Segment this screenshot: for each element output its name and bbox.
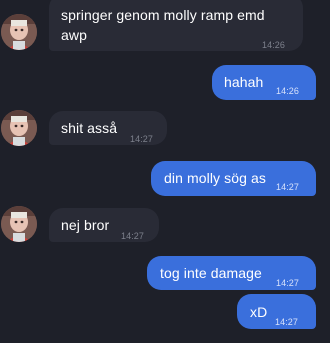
message-time: 14:27 [275,317,299,327]
message-time: 14:26 [276,86,300,96]
avatar-photo-icon [1,14,37,50]
avatar[interactable] [1,206,37,242]
message-bubble-incoming[interactable]: nej bror 14:27 [49,208,159,242]
message-text: hahah [224,74,264,90]
message-text: springer genom molly ramp emd [61,7,265,23]
avatar-photo-icon [1,206,37,242]
message-bubble-outgoing[interactable]: din molly sög as 14:27 [151,161,316,196]
message-time: 14:27 [130,134,154,144]
message-text: tog inte damage [160,265,262,281]
message-text: awp [61,27,87,43]
message-bubble-outgoing[interactable]: xD 14:27 [237,294,316,329]
message-text: xD [250,304,268,320]
avatar-photo-icon [1,110,37,146]
message-bubble-outgoing[interactable]: hahah 14:26 [212,65,316,100]
message-time: 14:27 [276,278,300,288]
message-time: 14:27 [121,231,145,241]
message-bubble-incoming[interactable]: shit asså 14:27 [49,111,167,145]
avatar[interactable] [1,14,37,50]
message-text: shit asså [61,120,118,136]
message-time: 14:27 [276,182,300,192]
message-text: din molly sög as [164,170,266,186]
message-time: 14:26 [262,40,286,50]
message-bubble-outgoing[interactable]: tog inte damage 14:27 [147,256,316,290]
message-bubble-incoming[interactable]: springer genom molly ramp emd awp 14:26 [49,0,303,51]
avatar[interactable] [1,110,37,146]
message-text: nej bror [61,217,110,233]
